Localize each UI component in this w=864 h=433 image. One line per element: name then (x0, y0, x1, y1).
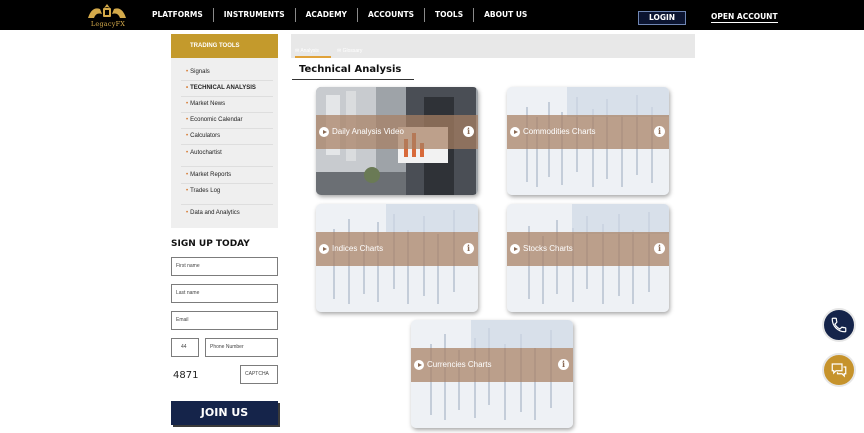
open-account-link[interactable]: OPEN ACCOUNT (711, 12, 778, 23)
sidebar-divider (181, 144, 273, 145)
sidebar-item-technical-analysis[interactable]: TECHNICAL ANALYSIS (186, 83, 256, 93)
tab-analysis[interactable]: ✉ Analysis (295, 48, 319, 54)
brand-name: LegacyFX (90, 20, 126, 28)
tab-glossary-label: Glossary (342, 48, 363, 54)
phone-number-input[interactable]: Phone Number (205, 338, 278, 357)
chat-button[interactable] (822, 353, 856, 387)
captcha-input[interactable]: CAPTCHA (240, 365, 278, 384)
info-icon[interactable]: i (558, 359, 569, 370)
call-button[interactable] (822, 308, 856, 342)
main-nav: PLATFORMS INSTRUMENTS ACADEMY ACCOUNTS T… (152, 0, 537, 30)
card-stocks-charts[interactable]: Stocks Charts i (507, 204, 669, 312)
page-title: Technical Analysis (299, 64, 402, 75)
info-icon[interactable]: i (463, 126, 474, 137)
sidebar-divider (181, 96, 273, 97)
card-indices-charts[interactable]: Indices Charts i (316, 204, 478, 312)
tab-glossary[interactable]: ✉ Glossary (337, 48, 362, 54)
play-icon[interactable] (510, 244, 520, 254)
sidebar-title: TRADING TOOLS (171, 34, 278, 58)
captcha-code: 4871 (173, 370, 199, 381)
card-label: Currencies Charts (427, 360, 492, 369)
sidebar-item-market-news[interactable]: Market News (186, 99, 225, 109)
login-button[interactable]: LOGIN (638, 11, 686, 25)
card-currencies-charts[interactable]: Currencies Charts i (411, 320, 573, 428)
email-input[interactable]: Email (171, 311, 278, 330)
nav-about-us[interactable]: ABOUT US (473, 8, 537, 22)
phone-code-input[interactable]: 44 (171, 338, 199, 357)
top-navigation-bar: LegacyFX PLATFORMS INSTRUMENTS ACADEMY A… (0, 0, 864, 30)
nav-academy[interactable]: ACADEMY (294, 8, 357, 22)
sidebar-item-signals[interactable]: Signals (186, 67, 210, 77)
sidebar-item-calculators[interactable]: Calculators (186, 131, 220, 141)
nav-tools[interactable]: TOOLS (424, 8, 473, 22)
analysis-tabs: ✉ Analysis ✉ Glossary (291, 34, 695, 58)
info-icon[interactable]: i (654, 243, 665, 254)
lion-crest-icon (88, 4, 126, 18)
nav-accounts[interactable]: ACCOUNTS (356, 8, 424, 22)
info-icon[interactable]: i (654, 126, 665, 137)
chat-icon (831, 363, 847, 378)
sidebar-divider (181, 112, 273, 113)
sidebar-divider (181, 166, 273, 167)
title-underline (292, 79, 414, 80)
sidebar-divider (181, 183, 273, 184)
card-label: Daily Analysis Video (332, 127, 404, 136)
play-icon[interactable] (510, 127, 520, 137)
card-commodities-charts[interactable]: Commodities Charts i (507, 87, 669, 195)
sidebar-item-market-reports[interactable]: Market Reports (186, 170, 231, 180)
nav-instruments[interactable]: INSTRUMENTS (212, 8, 295, 22)
sidebar-item-economic-calendar[interactable]: Economic Calendar (186, 115, 242, 125)
first-name-input[interactable]: First name (171, 257, 278, 276)
sidebar-divider (181, 128, 273, 129)
card-label: Stocks Charts (523, 244, 573, 253)
play-icon[interactable] (319, 127, 329, 137)
sidebar-divider (181, 204, 273, 205)
last-name-input[interactable]: Last name (171, 284, 278, 303)
sidebar-divider (181, 80, 273, 81)
play-icon[interactable] (319, 244, 329, 254)
join-us-button[interactable]: JOIN US (171, 401, 278, 425)
play-icon[interactable] (414, 360, 424, 370)
sidebar-item-data-and-analytics[interactable]: Data and Analytics (186, 208, 240, 218)
sidebar-item-autochartist[interactable]: Autochartist (186, 148, 222, 158)
card-daily-analysis-video[interactable]: Daily Analysis Video i (316, 87, 478, 195)
tab-analysis-label: Analysis (300, 48, 319, 54)
sidebar-item-trades-log[interactable]: Trades Log (186, 186, 220, 196)
card-label: Commodities Charts (523, 127, 596, 136)
info-icon[interactable]: i (463, 243, 474, 254)
trading-tools-menu: Signals TECHNICAL ANALYSIS Market News E… (171, 58, 278, 228)
card-label: Indices Charts (332, 244, 384, 253)
legacyfx-logo[interactable]: LegacyFX (84, 2, 130, 28)
nav-platforms[interactable]: PLATFORMS (152, 8, 213, 22)
phone-icon (831, 317, 847, 333)
active-tab-indicator (295, 56, 331, 58)
signup-title: SIGN UP TODAY (171, 239, 250, 249)
